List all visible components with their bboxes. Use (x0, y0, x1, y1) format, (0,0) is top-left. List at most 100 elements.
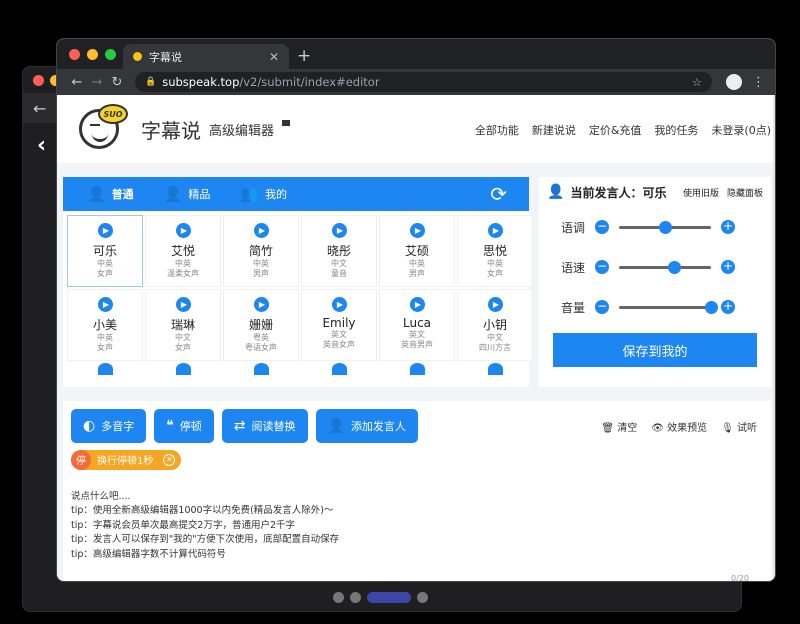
voice-description: 男声 (409, 269, 425, 278)
play-icon[interactable] (457, 363, 533, 375)
hide-panel-link[interactable]: 隐藏面板 (727, 186, 763, 199)
microphone-icon: 🎙 (721, 422, 734, 434)
profile-avatar-icon[interactable] (726, 74, 742, 90)
play-icon[interactable]: ▶ (253, 223, 269, 238)
add-speaker-button[interactable]: 👤 添加发言人 (315, 409, 418, 443)
listen-button[interactable]: 🎙 试听 (721, 419, 757, 434)
browser-tab[interactable]: 字幕说 ✕ (123, 44, 289, 69)
maximize-window-icon[interactable] (105, 49, 116, 60)
bookmark-star-icon[interactable]: ☆ (692, 75, 702, 89)
play-icon[interactable]: ▶ (175, 223, 191, 238)
tab-premium-label: 精品 (188, 188, 211, 201)
preview-button[interactable]: 👁 效果预览 (651, 419, 707, 434)
voice-card[interactable]: ▶ 简竹 中英 男声 (223, 215, 299, 287)
plus-icon[interactable]: + (721, 300, 735, 314)
slider-row: 语速 − + (539, 247, 771, 287)
menu-new-talk[interactable]: 新建说说 (532, 122, 576, 138)
minus-icon[interactable]: − (595, 220, 609, 234)
close-window-icon[interactable] (69, 49, 80, 60)
remove-tag-icon[interactable]: ✕ (163, 453, 176, 466)
voice-card[interactable]: ▶ 姗姗 粤英 粤语女声 (223, 289, 299, 361)
url-field[interactable]: 🔒 subspeak.top/v2/submit/index#editor ☆ (135, 72, 712, 92)
chevron-left-icon[interactable]: ‹ (37, 133, 46, 158)
play-icon[interactable]: ▶ (97, 223, 113, 238)
tab-mine[interactable]: 👥 我的 (240, 185, 287, 203)
slider-track[interactable] (619, 220, 711, 234)
reload-icon[interactable]: ↻ (107, 75, 127, 90)
polyphone-button[interactable]: ◐ 多音字 (71, 409, 147, 443)
voice-card[interactable]: ▶ 可乐 中英 女声 (67, 215, 143, 287)
plus-icon[interactable]: + (721, 260, 735, 274)
slider-knob[interactable] (659, 220, 672, 234)
forward-icon[interactable]: → (87, 75, 107, 90)
play-icon[interactable] (223, 363, 299, 375)
tag-badge: 停 (71, 449, 91, 470)
pager-dot[interactable] (333, 592, 344, 603)
play-icon[interactable]: ▶ (409, 223, 425, 238)
ear-icon: ◐ (83, 418, 96, 434)
play-icon[interactable]: ▶ (331, 223, 347, 238)
clear-button[interactable]: 🗑 清空 (601, 419, 637, 434)
voice-description: 女声 (487, 269, 503, 278)
voice-card[interactable]: ▶ 瑞琳 中文 女声 (145, 289, 221, 361)
site-logo[interactable]: SUO (79, 104, 128, 149)
more-menu-icon[interactable]: ⋮ (752, 75, 765, 90)
menu-pricing[interactable]: 定价&充值 (589, 122, 642, 138)
page-scrollbar[interactable] (773, 95, 775, 581)
slider-knob[interactable] (668, 260, 682, 274)
minus-icon[interactable]: − (595, 260, 609, 274)
new-tab-button[interactable]: + (297, 46, 311, 66)
voice-description: 粤语女声 (245, 343, 277, 352)
minimize-window-icon[interactable] (87, 49, 98, 60)
pager-dot[interactable] (350, 592, 361, 603)
play-icon[interactable]: ▶ (409, 297, 425, 312)
pager-dot-active[interactable] (367, 592, 411, 603)
play-icon[interactable]: ▶ (331, 297, 347, 312)
menu-login[interactable]: 未登录(0点) (711, 122, 771, 138)
slider-track[interactable] (619, 300, 718, 314)
editor-subtitle: 高级编辑器 (209, 123, 275, 139)
window-controls (69, 49, 116, 60)
play-icon[interactable] (301, 363, 377, 375)
tag-label: 换行停顿1秒 (97, 456, 154, 467)
brand-name: 字幕说 (141, 118, 201, 143)
play-icon[interactable] (67, 363, 143, 375)
polyphone-label: 多音字 (101, 420, 135, 433)
play-icon[interactable]: ▶ (175, 297, 191, 312)
play-icon[interactable] (379, 363, 455, 375)
play-icon[interactable]: ▶ (253, 297, 269, 312)
menu-my-tasks[interactable]: 我的任务 (654, 122, 698, 138)
old-version-link[interactable]: 使用旧版 (683, 186, 719, 199)
plus-icon[interactable]: + (721, 220, 735, 234)
voice-card[interactable]: ▶ 思悦 中英 女声 (457, 215, 533, 287)
pager-dot[interactable] (417, 592, 428, 603)
voice-card[interactable]: ▶ 艾悦 中英 温柔女声 (145, 215, 221, 287)
save-to-mine-button[interactable]: 保存到我的 (553, 333, 757, 367)
pause-tag[interactable]: 停 换行停顿1秒 ✕ (71, 449, 182, 470)
play-icon[interactable]: ▶ (97, 297, 113, 312)
tab-premium[interactable]: 👤 精品 (164, 185, 211, 203)
voice-name: 瑞琳 (170, 318, 195, 332)
pause-button[interactable]: ❝ 停顿 (154, 409, 214, 443)
voice-card[interactable]: ▶ 小美 中英 女声 (67, 289, 143, 361)
editor-textarea[interactable]: 说点什么吧.... tip：使用全新高级编辑器1000字以内免费(精品发言人除外… (63, 470, 771, 563)
minus-icon[interactable]: − (595, 300, 609, 314)
voice-card[interactable]: ▶ Emily 英文 英音女声 (301, 289, 377, 361)
slider-knob[interactable] (705, 300, 718, 314)
close-tab-icon[interactable]: ✕ (269, 50, 279, 64)
back-icon[interactable]: ← (67, 75, 87, 90)
play-icon[interactable]: ▶ (487, 223, 503, 238)
tab-normal[interactable]: 👤 普通 (87, 185, 134, 203)
slider-group: 语调 − + 语速 − + 音量 − + (539, 207, 771, 327)
lock-icon: 🔒 (145, 77, 157, 87)
slider-track[interactable] (619, 260, 711, 274)
play-icon[interactable] (145, 363, 221, 375)
read-replace-button[interactable]: ⇄ 阅读替换 (221, 409, 308, 443)
voice-card[interactable]: ▶ 小钥 中文 四川方言 (457, 289, 533, 361)
play-icon[interactable]: ▶ (487, 297, 503, 312)
voice-card[interactable]: ▶ 晓彤 中文 童音 (301, 215, 377, 287)
voice-card[interactable]: ▶ Luca 英文 英音男声 (379, 289, 455, 361)
refresh-icon[interactable]: ⟳ (490, 182, 507, 206)
voice-card[interactable]: ▶ 艾硕 中英 男声 (379, 215, 455, 287)
menu-all-features[interactable]: 全部功能 (475, 122, 519, 138)
